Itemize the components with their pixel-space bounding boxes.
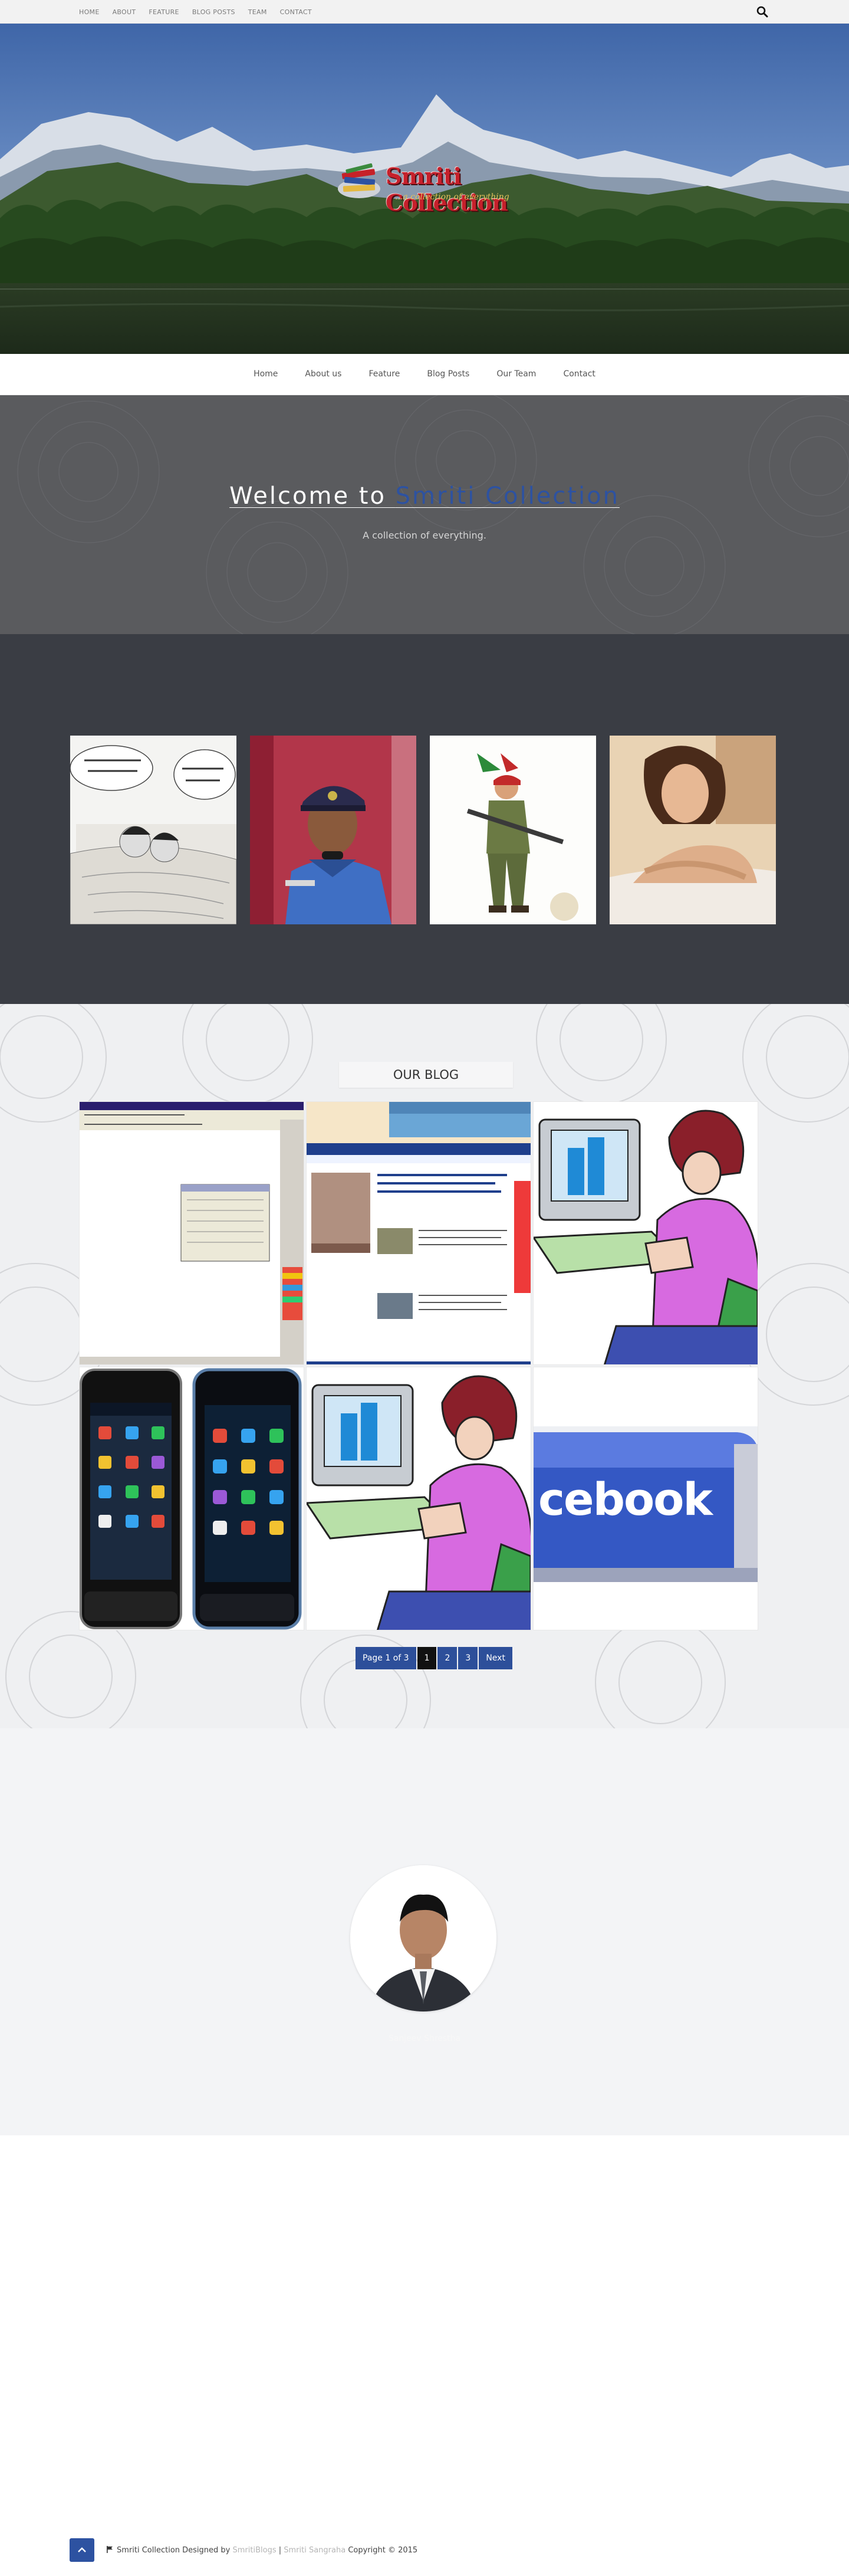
top-nav-contact[interactable]: CONTACT <box>280 8 312 16</box>
logo-books-icon <box>338 163 380 198</box>
top-nav-about[interactable]: ABOUT <box>113 8 136 16</box>
footer-copyright: Copyright © 2015 <box>345 2546 418 2555</box>
main-nav: Home About us Feature Blog Posts Our Tea… <box>0 354 849 395</box>
flag-icon <box>107 2546 113 2553</box>
blog-image-facebook-key: cebook <box>534 1367 758 1630</box>
blog-pagination: Page 1 of 3 1 2 3 Next <box>356 1647 512 1669</box>
gallery-image-soldier <box>430 736 596 924</box>
blog-image-phones <box>80 1367 304 1630</box>
blog-image-computer-user-2 <box>307 1367 531 1630</box>
back-to-top-button[interactable] <box>70 2538 94 2562</box>
blog-post-1[interactable] <box>79 1101 304 1365</box>
welcome-section: Welcome to Smriti Collection A collectio… <box>0 395 849 634</box>
pagination-page-2[interactable]: 2 <box>437 1647 458 1669</box>
gallery-item-2[interactable]: ‹ <box>250 736 416 924</box>
top-nav-feature[interactable]: FEATURE <box>149 8 179 16</box>
pagination-next-button[interactable]: Next <box>479 1647 512 1669</box>
blog-post-2[interactable] <box>306 1101 531 1365</box>
gallery-image-officer <box>250 736 416 924</box>
footer-designer-link[interactable]: SmritiBlogs <box>233 2546 277 2555</box>
gallery-item-4[interactable]: ‹ <box>610 736 776 924</box>
logo-title: Smriti Collection <box>386 163 508 216</box>
top-nav-home[interactable]: HOME <box>79 8 100 16</box>
logo-subtitle: ...a collection of everything <box>395 192 509 202</box>
main-nav-our-team[interactable]: Our Team <box>496 369 536 379</box>
main-nav-contact[interactable]: Contact <box>563 369 595 379</box>
hero-banner: Smriti Collection ...a collection of eve… <box>0 24 849 354</box>
top-nav: HOME ABOUT FEATURE BLOG POSTS TEAM CONTA… <box>79 8 312 16</box>
footer-credits: Smriti Collection Designed by SmritiBlog… <box>106 2546 417 2555</box>
svg-text:cebook: cebook <box>538 1473 713 1525</box>
welcome-globe-pattern <box>17 395 849 634</box>
blog-post-5[interactable] <box>306 1367 531 1630</box>
main-nav-feature[interactable]: Feature <box>368 369 400 379</box>
gallery-item-3[interactable]: ‹ <box>430 736 596 924</box>
footer-text-before: Smriti Collection Designed by <box>117 2546 233 2555</box>
pagination-status: Page 1 of 3 <box>356 1647 416 1669</box>
gallery-item-1[interactable]: ‹ <box>70 736 236 924</box>
main-nav-blog-posts[interactable]: Blog Posts <box>427 369 469 379</box>
search-icon[interactable] <box>756 5 769 18</box>
team-member-photo <box>350 1865 496 2011</box>
blog-title: OUR BLOG <box>339 1062 513 1088</box>
blog-image-software-window <box>80 1102 304 1364</box>
site-logo[interactable]: Smriti Collection ...a collection of eve… <box>334 158 516 216</box>
gallery-image-woman <box>610 736 776 924</box>
team-section: Sanjeev Shrestha <box>0 1728 849 2135</box>
team-member-name: Sanjeev Shrestha <box>388 2034 461 2043</box>
welcome-title: Welcome to Smriti Collection <box>0 483 849 510</box>
top-nav-blog-posts[interactable]: BLOG POSTS <box>192 8 235 16</box>
footer: Smriti Collection Designed by SmritiBlog… <box>0 2135 849 2576</box>
page: HOME ABOUT FEATURE BLOG POSTS TEAM CONTA… <box>0 0 849 2576</box>
welcome-title-prefix: Welcome to <box>229 483 396 510</box>
blog-section: OUR BLOG cebook Page 1 of 3 1 2 3 Next <box>0 1004 849 1728</box>
blog-image-computer-user <box>534 1102 758 1364</box>
blog-post-6[interactable]: cebook <box>533 1367 758 1630</box>
blog-image-news-site <box>307 1102 531 1364</box>
gallery-image-comic <box>70 736 236 924</box>
footer-separator: | <box>276 2546 284 2555</box>
team-member-avatar[interactable] <box>350 1865 496 2011</box>
chevron-up-icon <box>78 2547 86 2552</box>
main-nav-about-us[interactable]: About us <box>305 369 341 379</box>
blog-post-3[interactable] <box>533 1101 758 1365</box>
pagination-page-3[interactable]: 3 <box>458 1647 478 1669</box>
top-nav-team[interactable]: TEAM <box>248 8 267 16</box>
welcome-subtitle: A collection of everything. <box>363 530 486 541</box>
top-bar: HOME ABOUT FEATURE BLOG POSTS TEAM CONTA… <box>0 0 849 24</box>
pagination-page-1[interactable]: 1 <box>417 1647 437 1669</box>
main-nav-home[interactable]: Home <box>254 369 278 379</box>
blog-post-4[interactable] <box>79 1367 304 1630</box>
welcome-title-highlight: Smriti Collection <box>395 483 620 510</box>
footer-author-link[interactable]: Smriti Sangraha <box>284 2546 345 2555</box>
feature-gallery: ‹ ‹ <box>0 634 849 1004</box>
